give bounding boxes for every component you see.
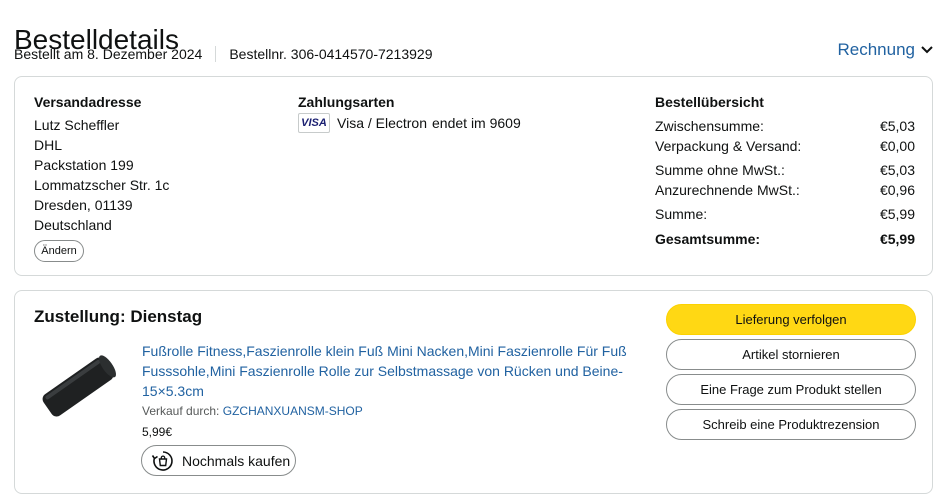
product-price: 5,99€: [142, 425, 173, 439]
summary-value: €0,96: [879, 182, 915, 198]
change-address-button[interactable]: Ändern: [34, 240, 84, 262]
buy-again-label: Nochmals kaufen: [182, 452, 291, 469]
invoice-label: Rechnung: [837, 40, 915, 59]
summary-value: €0,00: [879, 138, 915, 154]
invoice-dropdown[interactable]: Rechnung: [837, 40, 933, 60]
summary-label: Zwischensumme:: [655, 118, 764, 134]
address-line: Dresden, 01139: [34, 197, 133, 213]
summary-label: Anzurechnende MwSt.:: [655, 182, 800, 198]
track-delivery-button[interactable]: Lieferung verfolgen: [666, 304, 916, 335]
product-image[interactable]: [35, 347, 121, 427]
address-line: Deutschland: [34, 217, 112, 233]
meta-divider: [215, 46, 217, 62]
address-line: Lutz Scheffler: [34, 117, 120, 133]
card-name: Visa / Electron: [337, 115, 428, 131]
summary-row-net: Summe ohne MwSt.: €5,03: [655, 162, 915, 178]
summary-row-vat: Anzurechnende MwSt.: €0,96: [655, 182, 915, 198]
visa-card-icon: VISA: [298, 113, 330, 133]
product-title-link[interactable]: Fußrolle Fitness,Faszienrolle klein Fuß …: [142, 341, 642, 401]
payment-method: VISA Visa / Electron endet im 9609: [298, 113, 521, 133]
order-summary-title: Bestellübersicht: [655, 94, 764, 110]
write-review-button[interactable]: Schreib eine Produktrezension: [666, 409, 916, 440]
address-line: Lommatzscher Str. 1c: [34, 177, 170, 193]
payment-methods-title: Zahlungsarten: [298, 94, 395, 110]
summary-value: €5,03: [879, 162, 915, 178]
card-suffix: endet im 9609: [432, 115, 521, 131]
summary-row-subtotal: Zwischensumme: €5,03: [655, 118, 915, 134]
seller-prefix: Verkauf durch:: [142, 404, 220, 418]
order-number: Bestellnr. 306-0414570-7213929: [229, 46, 433, 62]
seller-info: Verkauf durch: GZCHANXUANSM-SHOP: [142, 404, 363, 418]
delivery-title: Zustellung: Dienstag: [34, 307, 203, 326]
summary-value: €5,03: [879, 118, 915, 134]
ask-question-button[interactable]: Eine Frage zum Produkt stellen: [666, 374, 916, 405]
buy-again-button[interactable]: Nochmals kaufen: [141, 445, 296, 476]
shipping-address: Lutz Scheffler DHL Packstation 199 Lomma…: [34, 115, 169, 235]
seller-link[interactable]: GZCHANXUANSM-SHOP: [223, 404, 363, 418]
summary-row-sum: Summe: €5,99: [655, 206, 915, 222]
address-line: Packstation 199: [34, 157, 134, 173]
summary-label: Summe ohne MwSt.:: [655, 162, 785, 178]
summary-row-total: Gesamtsumme: €5,99: [655, 231, 915, 247]
chevron-down-icon: [921, 46, 933, 54]
shipping-address-title: Versandadresse: [34, 94, 142, 110]
order-meta: Bestellt am 8. Dezember 2024 Bestellnr. …: [14, 45, 433, 63]
order-info-card: Versandadresse Lutz Scheffler DHL Packst…: [14, 76, 933, 276]
cancel-item-button[interactable]: Artikel stornieren: [666, 339, 916, 370]
order-date: Bestellt am 8. Dezember 2024: [14, 46, 203, 62]
address-line: DHL: [34, 137, 63, 153]
buy-again-icon: [151, 449, 175, 473]
delivery-card: Zustellung: Dienstag Fußrolle Fitness,Fa…: [14, 290, 933, 494]
summary-label: Gesamtsumme:: [655, 231, 761, 247]
summary-label: Summe:: [655, 206, 708, 222]
summary-value: €5,99: [879, 231, 915, 247]
summary-row-shipping: Verpackung & Versand: €0,00: [655, 138, 915, 154]
summary-value: €5,99: [879, 206, 915, 222]
summary-label: Verpackung & Versand:: [655, 138, 802, 154]
